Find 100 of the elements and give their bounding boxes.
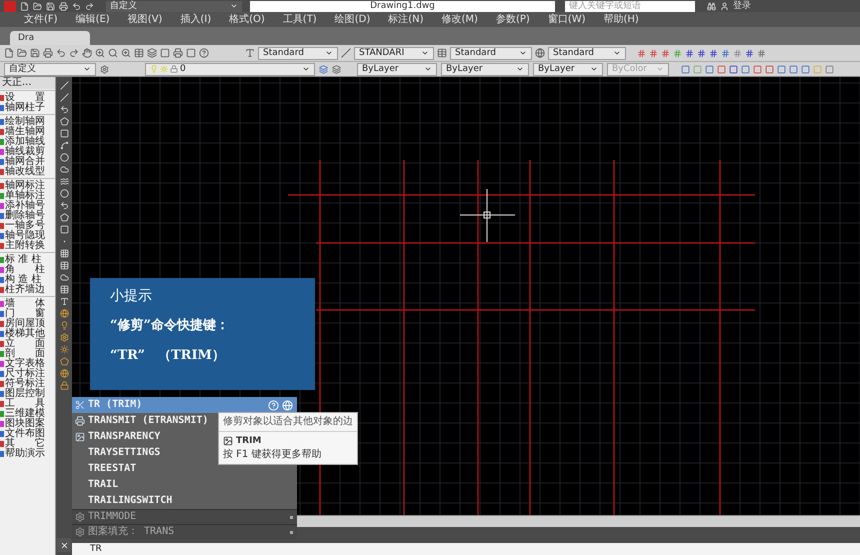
autocomplete-category[interactable]: 图案填充： TRANS <box>72 524 297 539</box>
palette-item[interactable]: 轴网合并 <box>0 157 55 167</box>
palette-item[interactable]: 轴线裁剪 <box>0 147 55 157</box>
autocomplete-category[interactable]: TRIMMODE <box>72 509 297 524</box>
dimension-style-dropdown[interactable]: STANDARI <box>354 46 434 60</box>
toolbar-icon[interactable] <box>661 48 670 58</box>
workspace-dropdown[interactable]: 自定义 <box>106 0 242 12</box>
palette-item[interactable]: 轴号隐现 <box>0 231 55 241</box>
help-icon[interactable] <box>268 400 279 410</box>
toolbar-icon[interactable] <box>43 48 53 58</box>
toolbar-icon[interactable] <box>199 48 209 58</box>
toolbar-icon[interactable] <box>60 141 68 150</box>
palette-item[interactable]: 主附转换 <box>0 241 55 251</box>
toolbar-icon[interactable] <box>721 48 730 58</box>
palette-item[interactable]: 绘制轴网 <box>0 117 55 127</box>
menu-item[interactable]: 编辑(E) <box>76 14 110 24</box>
text-style-icon[interactable] <box>245 48 255 58</box>
toolbar-icon[interactable] <box>108 48 118 58</box>
autocomplete-item[interactable]: TREESTAT <box>72 461 297 477</box>
toolbar-icon[interactable] <box>60 321 68 330</box>
menu-item[interactable]: 参数(P) <box>496 14 530 24</box>
layer-dropdown[interactable]: 0 <box>145 62 315 76</box>
toolbar-icon[interactable] <box>60 333 68 342</box>
palette-item[interactable]: 图块图案 <box>0 419 55 429</box>
palette-item[interactable]: 文件布图 <box>0 429 55 439</box>
palette-item[interactable]: 其 它 <box>0 439 55 449</box>
palette-item[interactable]: 轴改线型 <box>0 167 55 177</box>
command-close-button[interactable] <box>57 538 71 552</box>
toolbar-icon[interactable] <box>69 48 79 58</box>
toolbar-icon[interactable] <box>30 48 40 58</box>
toolbar-icon[interactable] <box>4 48 14 58</box>
palette-item[interactable]: 符号标注 <box>0 379 55 389</box>
toolbar-icon[interactable] <box>56 48 66 58</box>
toolbar-icon[interactable] <box>60 297 68 306</box>
palette-item[interactable]: 房间屋顶 <box>0 319 55 329</box>
toolbar-icon[interactable] <box>60 357 68 366</box>
gear-icon[interactable] <box>100 64 109 74</box>
menu-item[interactable]: 插入(I) <box>180 14 212 24</box>
palette-item[interactable]: 帮助演示 <box>0 449 55 459</box>
palette-item[interactable]: 设 置 <box>0 93 55 103</box>
dimension-style-icon[interactable] <box>341 48 351 58</box>
palette-item[interactable]: 文字表格 <box>0 359 55 369</box>
toolbar-icon[interactable] <box>82 48 92 58</box>
toolbar-icon[interactable] <box>60 369 68 378</box>
text-style-dropdown[interactable]: Standard <box>258 46 338 60</box>
palette-item[interactable]: 墙 体 <box>0 299 55 309</box>
layers-icon[interactable] <box>332 64 341 74</box>
toolbar-icon[interactable] <box>60 177 68 186</box>
palette-item[interactable]: 墙生轴网 <box>0 127 55 137</box>
toolbar-icon[interactable] <box>147 48 157 58</box>
toolbar-icon[interactable] <box>757 48 766 58</box>
toolbar-icon[interactable] <box>60 345 68 354</box>
menu-item[interactable]: 绘图(D) <box>334 14 370 24</box>
menu-item[interactable]: 格式(O) <box>229 14 265 24</box>
toolbar-icon[interactable] <box>649 48 658 58</box>
palette-item[interactable]: 轴网柱子 <box>0 103 55 113</box>
toolbar-icon[interactable] <box>186 48 196 58</box>
toolbar-icon[interactable] <box>160 48 170 58</box>
toolbar-icon[interactable] <box>60 309 68 318</box>
palette-item[interactable]: 标 准 柱 <box>0 255 55 265</box>
palette-item[interactable]: 轴网标注 <box>0 181 55 191</box>
palette-item[interactable]: 柱齐墙边 <box>0 285 55 295</box>
toolbar-icon[interactable] <box>85 2 94 10</box>
toolbar-icon[interactable] <box>95 48 105 58</box>
toolbar-icon[interactable] <box>60 381 68 390</box>
menu-item[interactable]: 窗口(W) <box>548 14 586 24</box>
palette-item[interactable]: 剖 面 <box>0 349 55 359</box>
toolbar-icon[interactable] <box>173 48 183 58</box>
login-link[interactable]: 登录 <box>733 2 751 10</box>
toolbar-icon[interactable] <box>60 105 68 114</box>
toolbar-icon[interactable] <box>60 201 68 210</box>
palette-item[interactable]: 添加轴线 <box>0 137 55 147</box>
linetype-dropdown[interactable]: ByLayer <box>441 62 529 76</box>
table-style-icon[interactable] <box>437 48 447 58</box>
palette-item[interactable]: 尺寸标注 <box>0 369 55 379</box>
palette-item[interactable]: 门 窗 <box>0 309 55 319</box>
layers-icon[interactable] <box>319 64 328 74</box>
menu-item[interactable]: 修改(M) <box>442 14 478 24</box>
toolbar-icon[interactable] <box>637 48 646 58</box>
user-icon[interactable] <box>720 2 729 10</box>
palette-item[interactable]: 立 面 <box>0 339 55 349</box>
palette-item[interactable]: 角 柱 <box>0 265 55 275</box>
toolbar-icon[interactable] <box>59 2 68 10</box>
palette-item[interactable]: 构 造 柱 <box>0 275 55 285</box>
multileader-style-icon[interactable] <box>535 48 545 58</box>
toolbar-icon[interactable] <box>709 48 718 58</box>
palette-item[interactable]: 楼梯其他 <box>0 329 55 339</box>
table-style-dropdown[interactable]: Standard <box>450 46 532 60</box>
menu-item[interactable]: 帮助(H) <box>604 14 639 24</box>
globe-icon[interactable] <box>282 400 293 410</box>
menu-item[interactable]: 标注(N) <box>388 14 424 24</box>
multileader-style-dropdown[interactable]: Standard <box>548 46 626 60</box>
color-dropdown[interactable]: ByLayer <box>357 62 437 76</box>
toolbar-icon[interactable] <box>17 48 27 58</box>
binoculars-icon[interactable] <box>707 2 716 10</box>
palette-item[interactable]: 单轴标注 <box>0 191 55 201</box>
toolbar-icon[interactable] <box>72 2 81 10</box>
menu-item[interactable]: 视图(V) <box>128 14 162 24</box>
toolbar-icon[interactable] <box>697 48 706 58</box>
workspace-dropdown[interactable]: 自定义 <box>4 62 96 76</box>
